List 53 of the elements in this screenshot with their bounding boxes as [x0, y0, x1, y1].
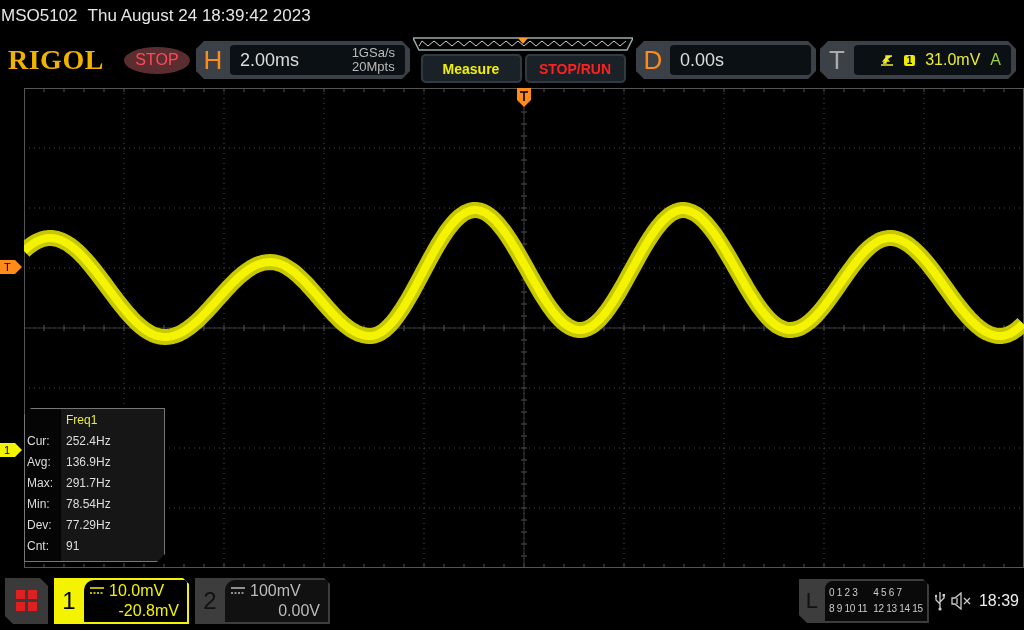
measurement-title: Freq1 [65, 412, 99, 427]
grid-icon [15, 590, 38, 612]
run-status-badge: STOP [124, 46, 190, 74]
clock-time: 18:39 [978, 592, 1019, 610]
brand-logo: RIGOL [8, 44, 105, 76]
horizontal-panel[interactable]: H 2.00ms 1GSa/s 20Mpts [196, 41, 410, 79]
channel-panel[interactable]: 1 10.0mV -20.8mV [54, 578, 189, 624]
logic-channel-numbers: 12 13 14 15 [873, 602, 923, 616]
model-name: MSO5102 [1, 6, 78, 26]
date-time: Thu August 24 18:39:42 2023 [87, 6, 311, 26]
trigger-source-badge: 1 [903, 54, 916, 66]
measurement-label: Cnt: [27, 538, 49, 553]
delay-panel[interactable]: D 0.00s [636, 41, 816, 79]
channel-scale: 100mV [250, 581, 301, 601]
channel-scale: 10.0mV [109, 581, 165, 601]
measurement-value: 136.9Hz [65, 454, 112, 469]
measurement-label: Dev: [27, 517, 52, 532]
stop-run-button[interactable]: STOP/RUN [524, 54, 626, 83]
delay-value: 0.00s [680, 49, 725, 71]
trigger-panel[interactable]: T 1 31.0mV A [820, 41, 1016, 79]
menu-button[interactable] [5, 578, 48, 624]
trigger-level: 31.0mV [925, 51, 981, 69]
sample-rate: 1GSa/s [351, 46, 395, 60]
horizontal-key: H [200, 44, 226, 76]
delay-key: D [640, 44, 666, 76]
measurement-label: Cur: [27, 433, 50, 448]
measurement-value: 91 [65, 538, 81, 553]
measurement-value: 291.7Hz [65, 475, 112, 490]
logic-channel-numbers: 4 5 6 7 [873, 586, 903, 600]
measurement-value: 252.4Hz [65, 433, 112, 448]
measurement-value: 77.29Hz [65, 517, 112, 532]
speaker-muted-icon [950, 592, 971, 610]
measurement-label: Max: [27, 475, 53, 490]
measurement-value: 78.54Hz [65, 496, 112, 511]
channel-number: 1 [61, 586, 77, 616]
dc-coupling-icon [231, 587, 245, 595]
logic-channel-numbers: 8 9 10 11 [829, 602, 868, 616]
logic-channel-numbers: 0 1 2 3 [829, 586, 859, 600]
channel-offset: 0.00V [277, 601, 320, 621]
trigger-mode: A [990, 51, 1001, 69]
channel-offset: -20.8mV [117, 601, 179, 621]
measurement-label: Min: [27, 496, 50, 511]
dc-coupling-icon [90, 587, 104, 595]
measure-button[interactable]: Measure [420, 54, 522, 83]
rising-edge-icon [879, 53, 894, 67]
trigger-level-marker: T [0, 260, 22, 274]
usb-icon [934, 591, 945, 611]
measurement-label: Avg: [27, 454, 51, 469]
memory-depth: 20Mpts [352, 60, 395, 74]
timebase-value: 2.00ms [240, 49, 300, 71]
trigger-key: T [824, 44, 850, 76]
trigger-position-icon [517, 88, 531, 107]
channel-marker: 1 [0, 443, 22, 457]
